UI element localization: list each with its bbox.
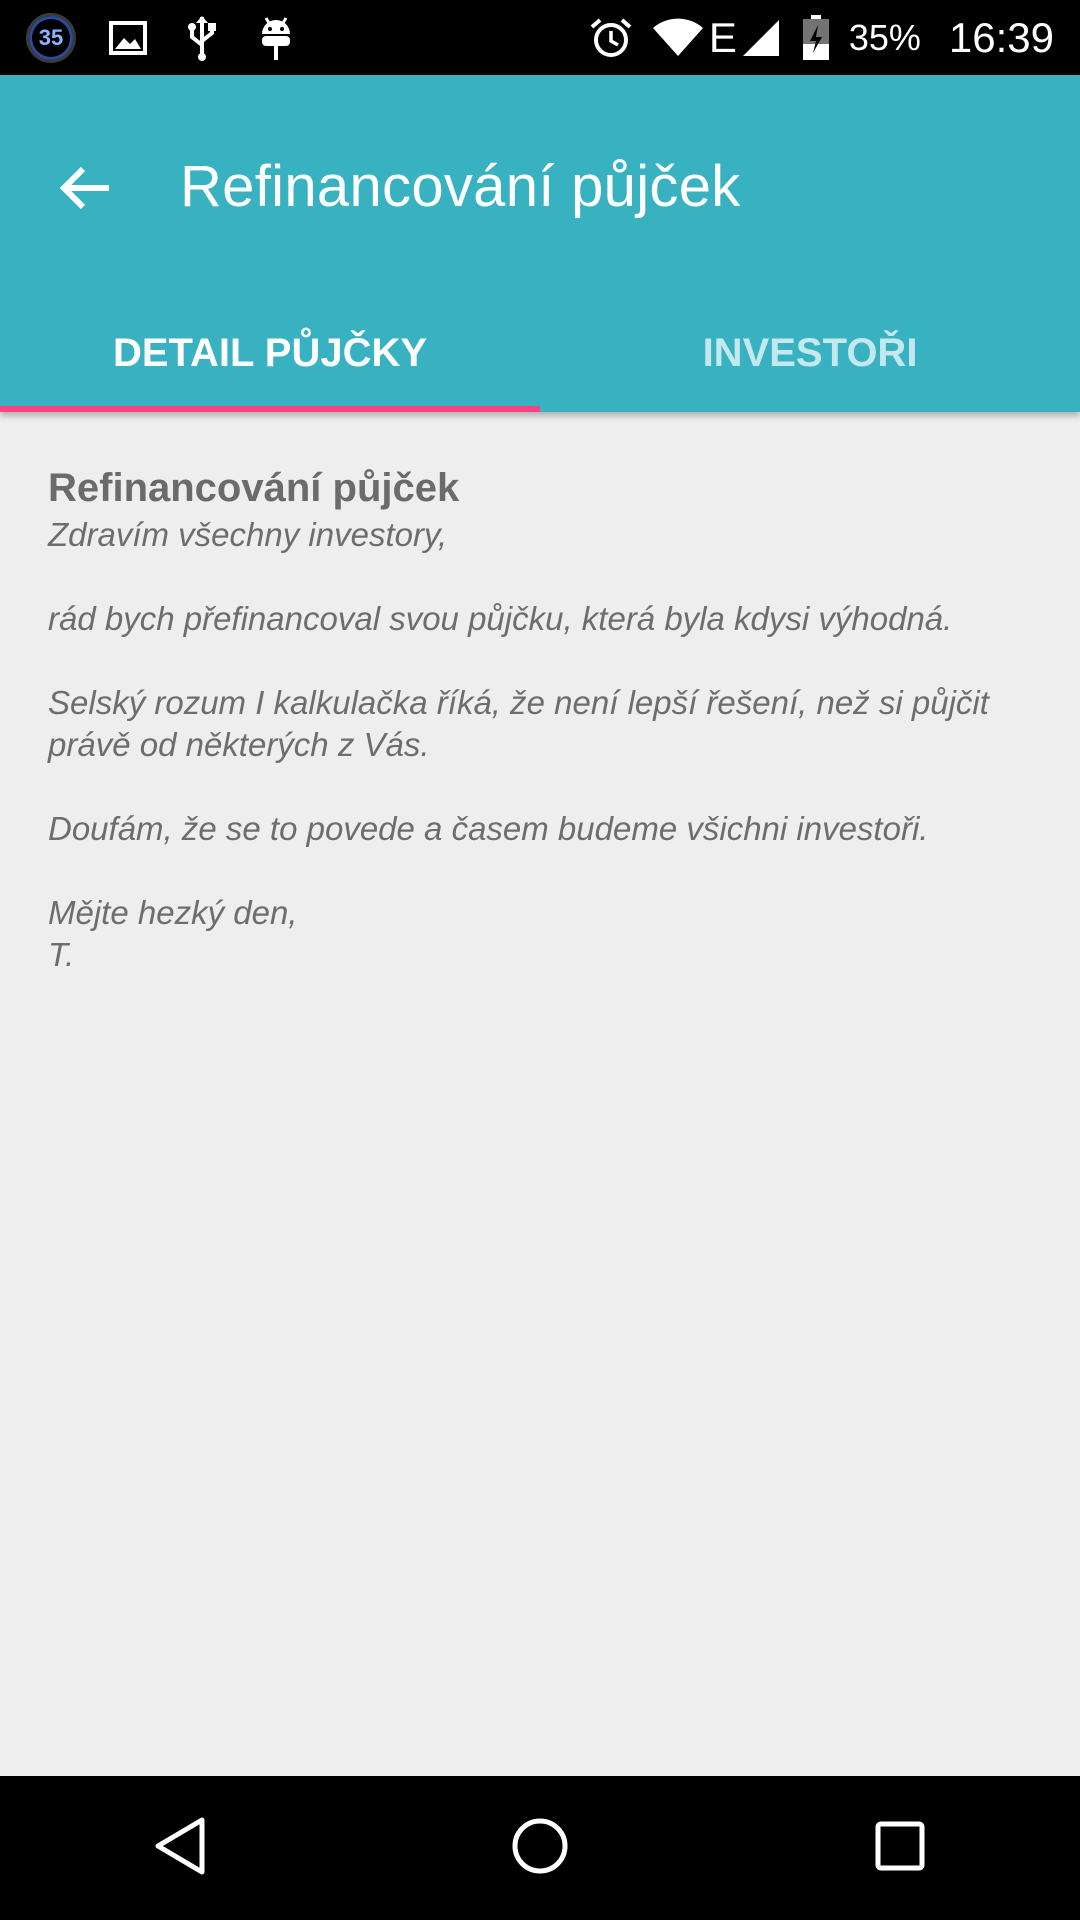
loan-detail: Refinancování půjček Zdravím všechny inv… [48,462,1038,976]
usb-icon [180,15,224,61]
nav-home-button[interactable] [480,1788,600,1908]
battery-percent: 35% [848,16,921,58]
arrow-back-icon [59,165,111,216]
nav-back-button[interactable] [120,1788,240,1908]
back-triangle-icon [152,1816,208,1881]
alarm-icon [589,16,633,60]
detail-paragraph: Doufám, že se to povede a časem budeme v… [48,810,929,847]
tab-detail-pujcky[interactable]: DETAIL PŮJČKY [0,295,540,412]
detail-paragraph: rád bych přefinancoval svou půjčku, kter… [48,600,953,637]
detail-paragraph: Zdravím všechny investory, [48,516,448,553]
app-bar: Refinancování půjček DETAIL PŮJČKY INVES… [0,75,1080,412]
page-title: Refinancování půjček [180,154,741,219]
network-type: E [708,13,737,61]
signal-icon [739,16,783,60]
detail-paragraph: Selský rozum I kalkulačka říká, že není … [48,684,989,763]
clock-time: 16:39 [948,13,1054,61]
android-debug-icon [254,16,298,60]
wifi-icon [651,16,705,60]
tab-investori[interactable]: INVESTOŘI [540,295,1080,412]
status-bar: 35 E 35% 16:39 [0,0,1080,75]
detail-paragraph: Mějte hezký den, T. [48,894,298,973]
detail-body: Zdravím všechny investory, rád bych přef… [48,514,1038,976]
battery-charging-icon [801,14,831,60]
home-circle-icon [511,1817,569,1880]
back-button[interactable] [40,145,130,235]
detail-title: Refinancování půjček [48,466,460,510]
toolbar: Refinancování půjček [0,75,1080,295]
nav-recents-button[interactable] [840,1788,960,1908]
recents-square-icon [874,1820,926,1877]
notification-counter-icon: 35 [26,12,76,63]
tab-indicator [0,406,540,412]
notification-count: 35 [38,24,64,50]
image-icon [106,16,150,60]
tab-bar: DETAIL PŮJČKY INVESTOŘI [0,295,1080,412]
system-nav-bar [0,1776,1080,1920]
